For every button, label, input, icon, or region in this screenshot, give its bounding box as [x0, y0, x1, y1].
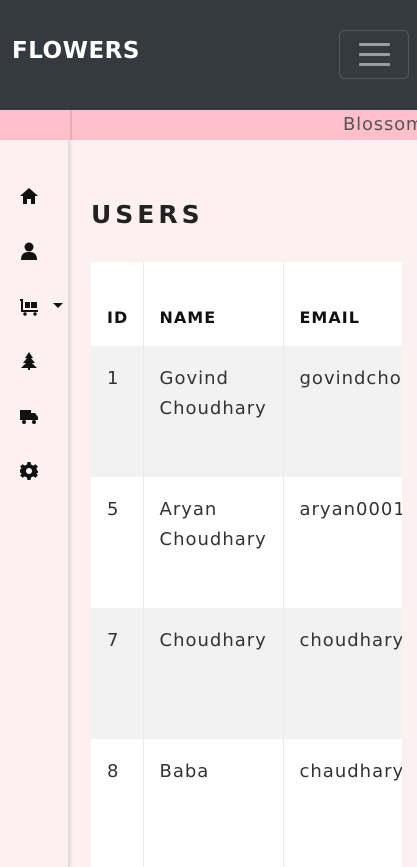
- cell-id: 5: [91, 477, 144, 608]
- users-table: ID NAME EMAIL 1 Govind Choudhary govindc…: [91, 262, 402, 867]
- cell-name: Baba: [143, 739, 284, 867]
- marquee-banner: Blossom: [0, 110, 417, 140]
- marquee-text: Blossom: [343, 114, 417, 135]
- hamburger-icon: [359, 63, 390, 66]
- top-navbar: FLOWERS: [0, 0, 417, 110]
- menu-toggle-button[interactable]: [339, 30, 409, 79]
- hamburger-icon: [359, 43, 390, 46]
- cell-name: Choudhary: [143, 608, 284, 739]
- column-header-id: ID: [91, 262, 144, 346]
- table-row[interactable]: 1 Govind Choudhary govindcho: [91, 346, 402, 477]
- hamburger-icon: [359, 53, 390, 56]
- table-row[interactable]: 8 Baba chaudhary: [91, 739, 402, 867]
- banner-divider: [70, 110, 72, 140]
- user-icon[interactable]: [18, 240, 40, 262]
- cell-id: 1: [91, 346, 144, 477]
- cell-email: aryan0001: [283, 477, 402, 608]
- chevron-down-icon[interactable]: [53, 303, 63, 308]
- cell-email: chaudhary: [283, 739, 402, 867]
- sidebar: [0, 140, 70, 867]
- table-row[interactable]: 5 Aryan Choudhary aryan0001: [91, 477, 402, 608]
- column-header-name: NAME: [143, 262, 284, 346]
- column-header-email: EMAIL: [283, 262, 402, 346]
- home-icon[interactable]: [18, 185, 40, 207]
- cart-icon[interactable]: [18, 295, 40, 317]
- cell-name: Aryan Choudhary: [143, 477, 284, 608]
- cell-id: 8: [91, 739, 144, 867]
- gear-icon[interactable]: [18, 460, 40, 482]
- page-title: USERS: [91, 200, 204, 229]
- cell-email: govindcho: [283, 346, 402, 477]
- table-row[interactable]: 7 Choudhary choudhary: [91, 608, 402, 739]
- truck-icon[interactable]: [18, 405, 40, 427]
- tree-icon[interactable]: [18, 350, 40, 372]
- brand-logo[interactable]: FLOWERS: [12, 38, 140, 64]
- cell-name: Govind Choudhary: [143, 346, 284, 477]
- cell-id: 7: [91, 608, 144, 739]
- cell-email: choudhary: [283, 608, 402, 739]
